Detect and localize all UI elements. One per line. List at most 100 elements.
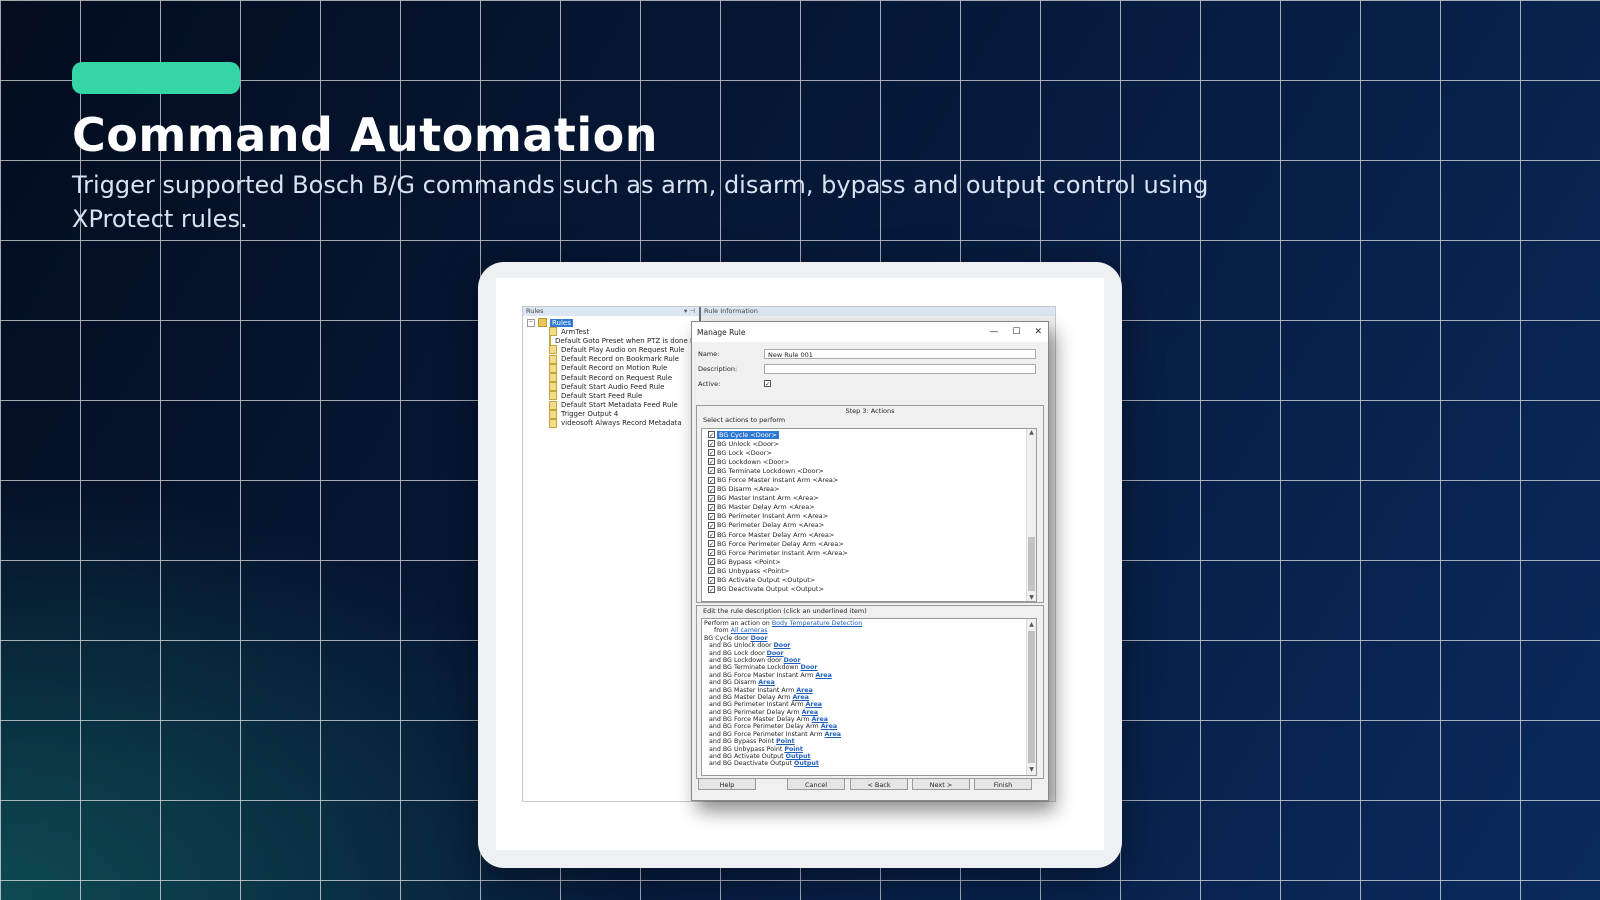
- actions-scrollbar[interactable]: ▲ ▼: [1026, 429, 1036, 601]
- desc-scroll-down-icon[interactable]: ▼: [1027, 766, 1036, 773]
- description-link[interactable]: Door: [801, 664, 818, 671]
- rule-item[interactable]: Default Record on Bookmark Rule: [527, 354, 699, 364]
- rule-item-label: Default Start Audio Feed Rule: [561, 382, 665, 391]
- desc-scroll-up-icon[interactable]: ▲: [1027, 621, 1036, 628]
- description-link[interactable]: Output: [786, 753, 811, 760]
- rule-description-box: Perform an action on Body Temperature De…: [701, 618, 1037, 776]
- rule-item[interactable]: Default Start Feed Rule: [527, 391, 699, 401]
- action-checkbox[interactable]: ✓: [708, 467, 715, 475]
- action-item[interactable]: ✓ BG Bypass <Point>: [702, 557, 1036, 566]
- rule-item[interactable]: ArmTest: [527, 327, 699, 337]
- action-item[interactable]: ✓ BG Force Perimeter Delay Arm <Area>: [702, 539, 1036, 548]
- action-checkbox[interactable]: ✓: [708, 449, 715, 457]
- action-checkbox[interactable]: ✓: [708, 567, 715, 575]
- scroll-down-icon[interactable]: ▼: [1027, 594, 1036, 601]
- description-link[interactable]: Body Temperature Detection: [772, 620, 862, 627]
- action-checkbox[interactable]: ✓: [708, 494, 715, 503]
- description-link[interactable]: Area: [802, 709, 819, 716]
- action-item[interactable]: ✓ BG Deactivate Output <Output>: [702, 585, 1036, 594]
- description-link[interactable]: Area: [806, 701, 823, 708]
- rule-item[interactable]: Default Play Audio on Request Rule: [527, 345, 699, 355]
- name-field[interactable]: New Rule 001: [764, 348, 1036, 359]
- action-checkbox[interactable]: ✓: [708, 558, 715, 566]
- description-link[interactable]: Point: [784, 746, 803, 753]
- description-link[interactable]: Area: [792, 694, 809, 701]
- action-item[interactable]: ✓ BG Force Perimeter Instant Arm <Area>: [702, 548, 1036, 557]
- description-scrollbar[interactable]: ▲ ▼: [1026, 619, 1036, 775]
- action-item[interactable]: ✓ BG Master Delay Arm <Area>: [702, 503, 1036, 512]
- collapse-icon[interactable]: −: [527, 318, 535, 327]
- action-checkbox[interactable]: ✓: [708, 431, 715, 439]
- rule-item[interactable]: Default Record on Request Rule: [527, 373, 699, 383]
- desc-scroll-thumb[interactable]: [1028, 631, 1035, 763]
- active-checkbox[interactable]: ✓: [764, 380, 771, 388]
- action-checkbox[interactable]: ✓: [708, 549, 715, 557]
- action-checkbox[interactable]: ✓: [708, 440, 715, 448]
- name-label: Name:: [698, 349, 720, 358]
- action-item[interactable]: ✓ BG Lock <Door>: [702, 448, 1036, 457]
- description-link[interactable]: Area: [825, 731, 842, 738]
- action-checkbox[interactable]: ✓: [708, 531, 715, 539]
- action-checkbox[interactable]: ✓: [708, 485, 715, 494]
- rule-item[interactable]: Trigger Output 4: [527, 409, 699, 419]
- description-link[interactable]: Area: [815, 672, 832, 679]
- rule-icon: [549, 400, 557, 410]
- rule-item[interactable]: Default Start Metadata Feed Rule: [527, 400, 699, 410]
- finish-button[interactable]: Finish: [974, 778, 1032, 790]
- back-button[interactable]: < Back: [850, 778, 908, 790]
- rule-item[interactable]: Default Record on Motion Rule: [527, 363, 699, 373]
- action-checkbox[interactable]: ✓: [708, 503, 715, 512]
- next-button[interactable]: Next >: [912, 778, 970, 790]
- description-link[interactable]: Area: [821, 723, 838, 730]
- scroll-thumb[interactable]: [1028, 537, 1035, 591]
- description-link[interactable]: Door: [784, 657, 801, 664]
- description-link[interactable]: Door: [751, 635, 768, 642]
- action-item[interactable]: ✓ BG Cycle <Door>: [702, 430, 1036, 439]
- action-checkbox[interactable]: ✓: [708, 540, 715, 548]
- description-link[interactable]: Area: [811, 716, 828, 723]
- close-icon[interactable]: ✕: [1034, 327, 1042, 337]
- action-item[interactable]: ✓ BG Terminate Lockdown <Door>: [702, 466, 1036, 475]
- rules-tree-root[interactable]: − Rules: [527, 318, 699, 327]
- action-item[interactable]: ✓ BG Force Master Delay Arm <Area>: [702, 530, 1036, 539]
- dialog-buttons: Help Cancel < Back Next > Finish: [692, 778, 1048, 792]
- description-link[interactable]: Door: [774, 642, 791, 649]
- maximize-icon[interactable]: ☐: [1012, 327, 1020, 337]
- rule-item[interactable]: Default Start Audio Feed Rule: [527, 382, 699, 392]
- description-link[interactable]: Output: [794, 760, 819, 767]
- scroll-up-icon[interactable]: ▲: [1027, 429, 1036, 436]
- action-item[interactable]: ✓ BG Unlock <Door>: [702, 439, 1036, 448]
- rule-item[interactable]: videosoft Always Record Metadata: [527, 418, 699, 428]
- description-link[interactable]: Point: [776, 738, 795, 745]
- description-link[interactable]: Door: [767, 650, 784, 657]
- action-checkbox[interactable]: ✓: [708, 576, 715, 585]
- action-item[interactable]: ✓ BG Activate Output <Output>: [702, 576, 1036, 585]
- rule-description-group: Edit the rule description (click an unde…: [696, 605, 1044, 779]
- description-line-text: and BG Force Master Instant Arm: [709, 671, 816, 679]
- action-item[interactable]: ✓ BG Disarm <Area>: [702, 485, 1036, 494]
- rule-item[interactable]: Default Goto Preset when PTZ is done Rul…: [527, 336, 705, 346]
- action-item[interactable]: ✓ BG Perimeter Instant Arm <Area>: [702, 512, 1036, 521]
- action-item[interactable]: ✓ BG Perimeter Delay Arm <Area>: [702, 521, 1036, 530]
- help-button[interactable]: Help: [698, 778, 756, 790]
- action-checkbox[interactable]: ✓: [708, 521, 715, 530]
- action-label: BG Perimeter Delay Arm <Area>: [717, 521, 825, 530]
- description-field[interactable]: [764, 363, 1036, 374]
- action-checkbox[interactable]: ✓: [708, 476, 715, 485]
- description-line: and BG Unbypass Point Point: [704, 746, 1036, 753]
- action-item[interactable]: ✓ BG Master Instant Arm <Area>: [702, 494, 1036, 503]
- action-item[interactable]: ✓ BG Unbypass <Point>: [702, 566, 1036, 575]
- description-link[interactable]: All cameras: [731, 627, 768, 634]
- minimize-icon[interactable]: —: [989, 327, 998, 337]
- action-checkbox[interactable]: ✓: [708, 585, 715, 594]
- rule-icon: [549, 391, 557, 401]
- description-link[interactable]: Area: [796, 687, 813, 694]
- cancel-button[interactable]: Cancel: [787, 778, 845, 790]
- action-item[interactable]: ✓ BG Lockdown <Door>: [702, 457, 1036, 466]
- action-checkbox[interactable]: ✓: [708, 512, 715, 521]
- description-link[interactable]: Area: [758, 679, 775, 686]
- action-label: BG Unbypass <Point>: [717, 566, 790, 575]
- pin-icon[interactable]: ▾ ⊣: [684, 307, 695, 316]
- action-item[interactable]: ✓ BG Force Master Instant Arm <Area>: [702, 475, 1036, 485]
- action-checkbox[interactable]: ✓: [708, 458, 715, 466]
